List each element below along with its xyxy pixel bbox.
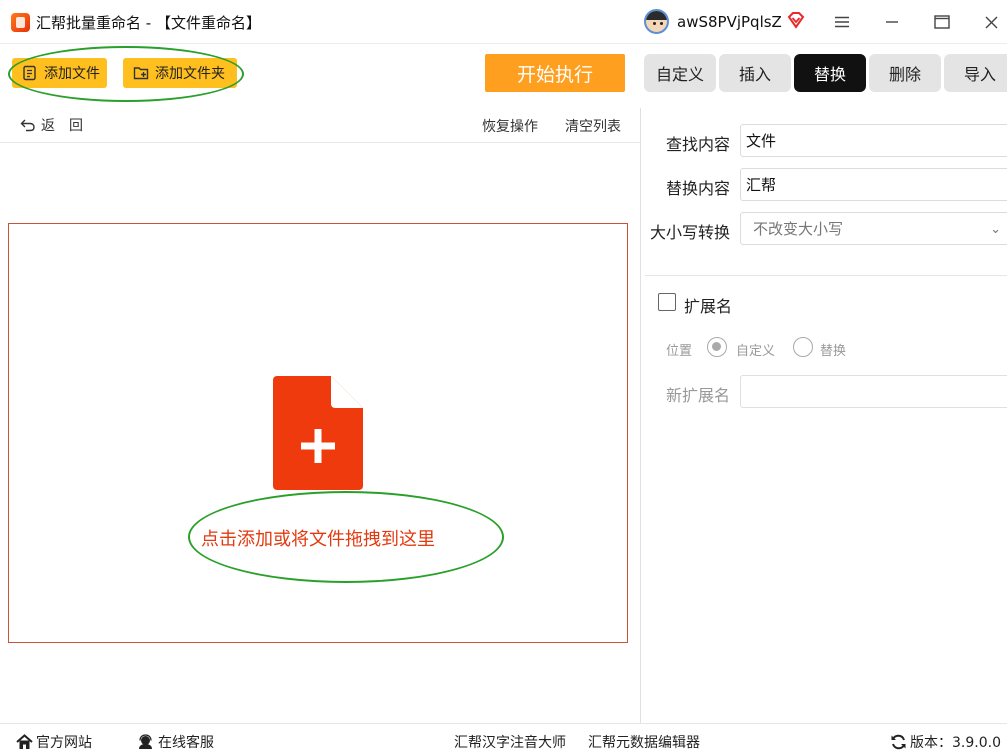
position-replace-radio[interactable] — [793, 337, 813, 357]
home-icon — [16, 734, 33, 749]
minimize-icon[interactable] — [879, 10, 905, 34]
divider — [0, 142, 640, 143]
website-label: 官方网站 — [36, 735, 92, 751]
divider — [0, 723, 1007, 724]
replace-input[interactable]: 汇帮 — [740, 168, 1007, 201]
clear-list-button[interactable]: 清空列表 — [565, 116, 621, 136]
close-icon[interactable] — [978, 10, 1004, 34]
tab-insert[interactable]: 插入 — [719, 54, 791, 92]
position-custom-label[interactable]: 自定义 — [736, 340, 775, 359]
maximize-icon[interactable] — [929, 10, 955, 34]
headset-icon — [139, 734, 152, 749]
find-input[interactable]: 文件 — [740, 124, 1007, 157]
add-folder-label: 添加文件夹 — [155, 66, 225, 82]
refresh-icon — [891, 734, 906, 750]
add-folder-button[interactable]: 添加文件夹 — [123, 58, 237, 88]
chevron-down-icon: ⌄ — [990, 222, 1001, 237]
case-label: 大小写转换 — [650, 223, 731, 242]
position-custom-radio[interactable] — [707, 337, 727, 357]
username[interactable]: awS8PVjPqlsZ — [677, 13, 782, 31]
replace-label: 替换内容 — [666, 179, 731, 198]
restore-button[interactable]: 恢复操作 — [482, 116, 538, 136]
title-bar: 汇帮批量重命名 - 【文件重命名】 awS8PVjPqlsZ — [0, 0, 1007, 44]
app-logo-icon — [11, 13, 30, 32]
panel-divider — [640, 108, 641, 724]
support-link[interactable]: 在线客服 — [137, 732, 214, 752]
find-label: 查找内容 — [666, 135, 731, 154]
case-select-value: 不改变大小写 — [753, 220, 844, 238]
version-label: 版本：3.9.0.0 — [910, 735, 1001, 751]
tab-import[interactable]: 导入 — [944, 54, 1007, 92]
version-info[interactable]: 版本：3.9.0.0 — [890, 732, 1001, 752]
tab-delete[interactable]: 删除 — [869, 54, 941, 92]
tab-replace[interactable]: 替换 — [794, 54, 866, 92]
extension-label[interactable]: 扩展名 — [684, 293, 732, 317]
vip-diamond-icon[interactable] — [787, 11, 805, 29]
add-folder-icon — [133, 67, 149, 80]
position-replace-label[interactable]: 替换 — [820, 340, 846, 359]
add-file-button[interactable]: 添加文件 — [12, 58, 107, 88]
add-file-label: 添加文件 — [44, 66, 100, 82]
new-ext-label: 新扩展名 — [666, 386, 731, 405]
back-button[interactable]: 返 回 — [20, 115, 83, 135]
start-button[interactable]: 开始执行 — [485, 54, 625, 92]
website-link[interactable]: 官方网站 — [16, 732, 92, 752]
add-file-icon — [23, 65, 36, 81]
support-label: 在线客服 — [158, 735, 214, 751]
tab-custom[interactable]: 自定义 — [644, 54, 716, 92]
menu-icon[interactable] — [829, 10, 855, 34]
divider — [645, 275, 1007, 276]
back-arrow-icon — [20, 119, 35, 132]
avatar[interactable] — [644, 9, 669, 34]
divider — [0, 43, 1007, 44]
new-ext-input[interactable] — [740, 375, 1007, 408]
extension-checkbox[interactable] — [658, 293, 676, 311]
window-title: 汇帮批量重命名 - 【文件重命名】 — [36, 14, 261, 32]
add-file-large-icon[interactable] — [273, 376, 363, 490]
pinyin-tool-link[interactable]: 汇帮汉字注音大师 — [454, 732, 566, 752]
position-label: 位置 — [666, 344, 693, 359]
metadata-tool-link[interactable]: 汇帮元数据编辑器 — [588, 732, 700, 752]
drop-hint-text[interactable]: 点击添加或将文件拖拽到这里 — [201, 525, 435, 551]
back-label: 返 回 — [41, 118, 83, 134]
case-select[interactable]: 不改变大小写 ⌄ — [740, 212, 1007, 245]
